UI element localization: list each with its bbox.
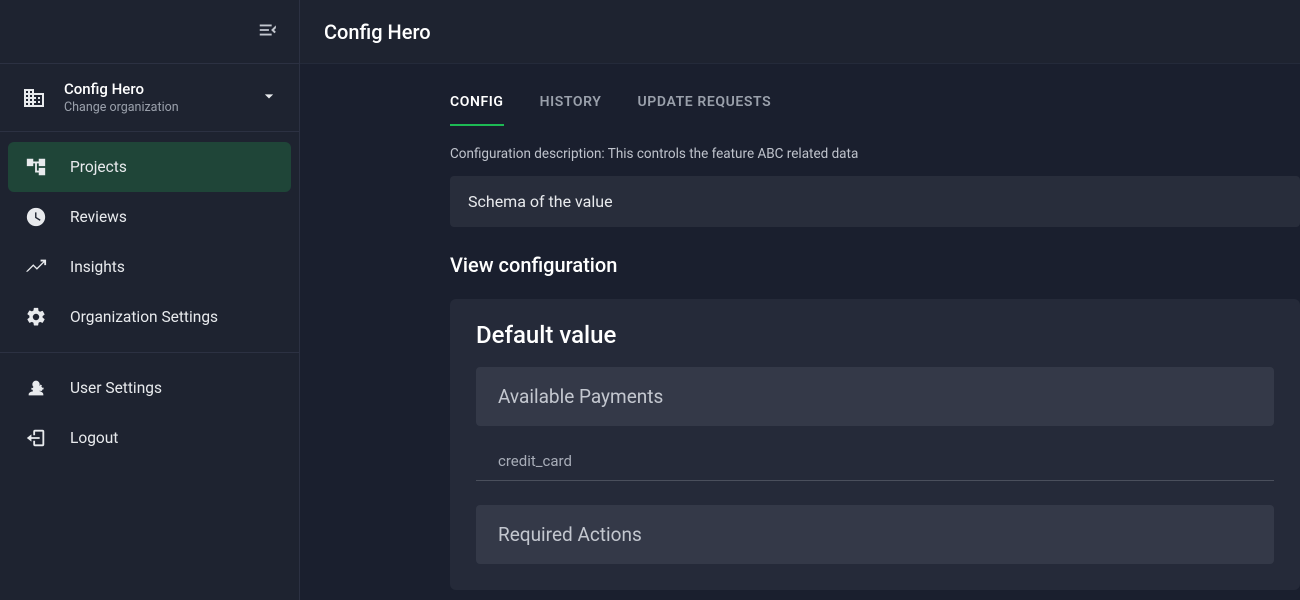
panel-required-actions[interactable]: Required Actions xyxy=(476,505,1274,564)
reviews-icon xyxy=(24,206,48,228)
building-icon xyxy=(20,86,48,110)
nav-secondary: User Settings Logout xyxy=(0,352,299,473)
config-description-body: This controls the feature ABC related da… xyxy=(608,146,859,162)
tab-history[interactable]: HISTORY xyxy=(540,94,602,126)
chevron-down-icon xyxy=(259,86,279,110)
sidebar-item-organization-settings[interactable]: Organization Settings xyxy=(8,292,291,342)
sidebar-item-projects[interactable]: Projects xyxy=(8,142,291,192)
config-description-prefix: Configuration description: xyxy=(450,146,608,162)
sidebar-item-reviews[interactable]: Reviews xyxy=(8,192,291,242)
user-settings-icon xyxy=(24,377,48,399)
gear-icon xyxy=(24,306,48,328)
default-value-card: Default value Available Payments credit_… xyxy=(450,299,1300,590)
main: Config Hero CONFIG HISTORY UPDATE REQUES… xyxy=(300,0,1300,600)
sidebar-item-label: Reviews xyxy=(70,208,127,226)
insights-icon xyxy=(24,256,48,278)
sidebar-item-label: Projects xyxy=(70,158,127,176)
view-configuration-heading: View configuration xyxy=(450,253,1300,277)
org-text: Config Hero Change organization xyxy=(64,80,259,115)
logout-icon xyxy=(24,427,48,449)
field-available-payments-value[interactable]: credit_card xyxy=(476,444,1274,481)
sidebar-item-label: Organization Settings xyxy=(70,308,218,326)
org-sub: Change organization xyxy=(64,100,259,115)
sidebar-item-label: Insights xyxy=(70,258,125,276)
sidebar: Config Hero Change organization Projects… xyxy=(0,0,300,600)
tab-update-requests[interactable]: UPDATE REQUESTS xyxy=(638,94,772,126)
tab-config[interactable]: CONFIG xyxy=(450,94,504,126)
schema-panel[interactable]: Schema of the value xyxy=(450,176,1300,227)
content: CONFIG HISTORY UPDATE REQUESTS Configura… xyxy=(300,64,1300,600)
tabs: CONFIG HISTORY UPDATE REQUESTS xyxy=(450,94,1300,126)
sidebar-item-label: Logout xyxy=(70,429,118,447)
sidebar-item-insights[interactable]: Insights xyxy=(8,242,291,292)
sidebar-item-label: User Settings xyxy=(70,379,162,397)
page-title: Config Hero xyxy=(324,20,431,44)
default-value-title: Default value xyxy=(476,321,1274,349)
config-description: Configuration description: This controls… xyxy=(450,146,1300,162)
content-inner: CONFIG HISTORY UPDATE REQUESTS Configura… xyxy=(450,64,1300,590)
org-name: Config Hero xyxy=(64,80,259,98)
panel-available-payments[interactable]: Available Payments xyxy=(476,367,1274,426)
topbar: Config Hero xyxy=(300,0,1300,64)
nav-primary: Projects Reviews Insights Organization S… xyxy=(0,132,299,352)
org-switcher[interactable]: Config Hero Change organization xyxy=(0,64,299,132)
sidebar-item-user-settings[interactable]: User Settings xyxy=(8,363,291,413)
projects-icon xyxy=(24,156,48,178)
sidebar-top xyxy=(0,0,299,64)
collapse-sidebar-icon[interactable] xyxy=(257,19,279,45)
sidebar-item-logout[interactable]: Logout xyxy=(8,413,291,463)
